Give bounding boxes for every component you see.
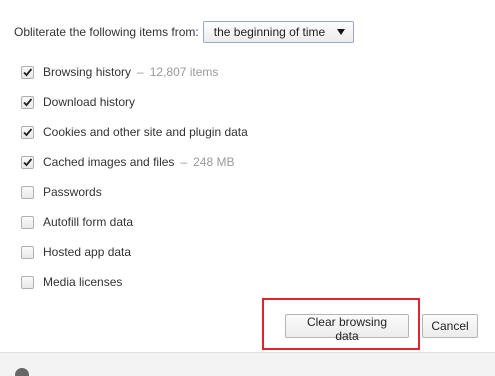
clear-browsing-data-button[interactable]: Clear browsing data [285, 314, 409, 343]
list-item[interactable]: Autofill form data [21, 207, 248, 237]
time-range-value: the beginning of time [213, 25, 326, 39]
download-history-label: Download history [43, 95, 136, 109]
browsing-history-count: 12,807 items [149, 65, 219, 79]
media-licenses-label: Media licenses [43, 275, 123, 289]
cancel-button[interactable]: Cancel [422, 314, 478, 338]
cached-images-size: 248 MB [193, 155, 235, 169]
browsing-history-label: Browsing history [43, 65, 132, 79]
checkmark-icon [23, 67, 33, 76]
list-item[interactable]: Cookies and other site and plugin data [21, 117, 248, 147]
list-item[interactable]: Passwords [21, 177, 248, 207]
list-item[interactable]: Hosted app data [21, 237, 248, 267]
clear-items-list: Browsing history – 12,807 items Download… [21, 57, 248, 297]
time-range-row: Obliterate the following items from: the… [14, 21, 355, 43]
list-item[interactable]: Media licenses [21, 267, 248, 297]
passwords-checkbox[interactable] [21, 185, 34, 199]
download-history-checkbox[interactable] [21, 95, 34, 109]
media-licenses-checkbox[interactable] [21, 275, 34, 289]
cached-images-label: Cached images and files [43, 155, 175, 169]
autofill-label: Autofill form data [43, 215, 134, 229]
list-item[interactable]: Cached images and files – 248 MB [21, 147, 248, 177]
list-item[interactable]: Download history [21, 87, 248, 117]
cached-images-checkbox[interactable] [21, 155, 34, 169]
chevron-down-icon [337, 29, 346, 35]
separator-dash: – [180, 155, 188, 169]
footer-note [0, 352, 495, 376]
hosted-app-data-label: Hosted app data [43, 245, 132, 259]
time-range-select[interactable]: the beginning of time [202, 21, 355, 43]
checkmark-icon [23, 97, 33, 106]
cookies-checkbox[interactable] [21, 125, 34, 139]
checkmark-icon [23, 127, 33, 136]
list-item[interactable]: Browsing history – 12,807 items [21, 57, 248, 87]
checkmark-icon [23, 157, 33, 166]
separator-dash: – [137, 65, 144, 79]
hosted-app-data-checkbox[interactable] [21, 245, 34, 259]
browsing-history-checkbox[interactable] [21, 65, 34, 79]
autofill-checkbox[interactable] [21, 215, 34, 229]
time-range-label: Obliterate the following items from: [14, 25, 199, 39]
passwords-label: Passwords [43, 185, 102, 199]
cookies-label: Cookies and other site and plugin data [43, 125, 248, 139]
